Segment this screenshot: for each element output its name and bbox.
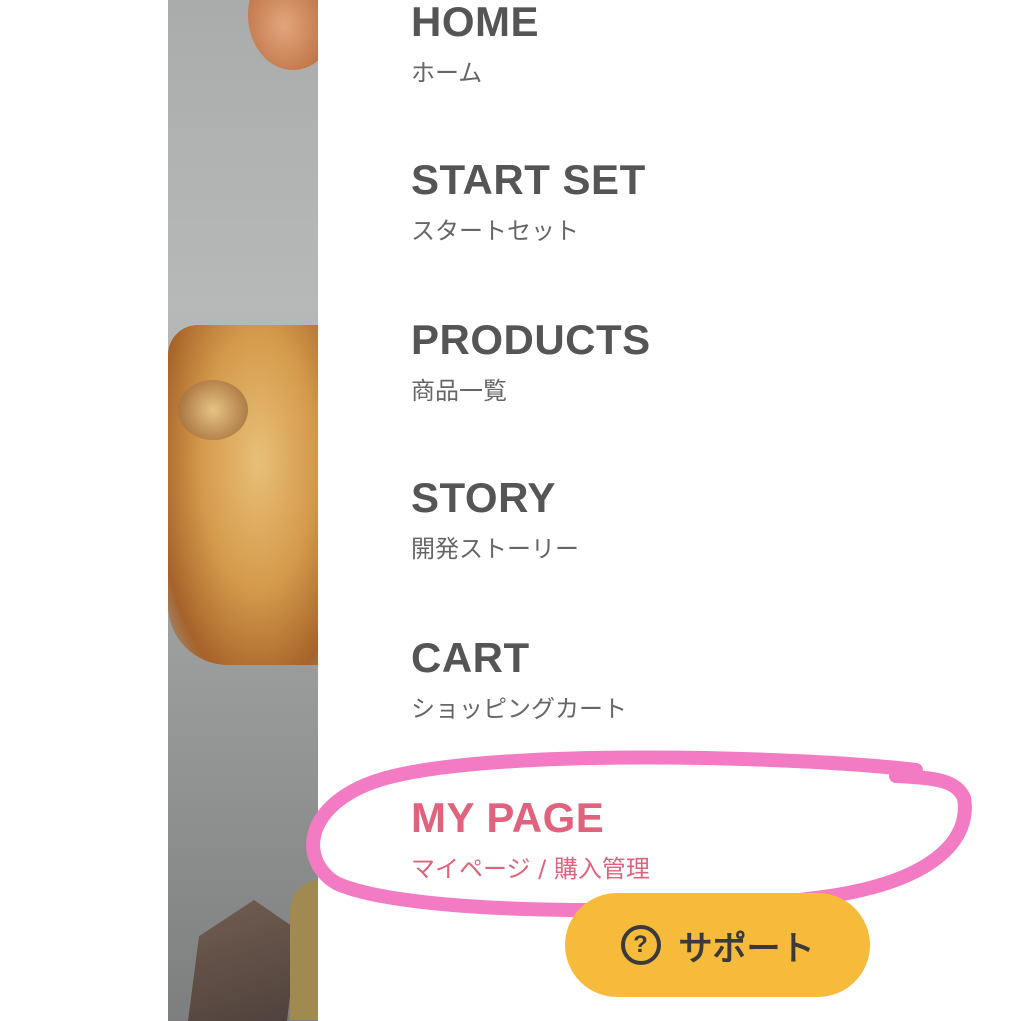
support-label: サポート — [678, 928, 815, 969]
menu-item-products[interactable]: PRODUCTS 商品一覧 — [411, 318, 931, 406]
support-button[interactable]: ? サポート — [565, 893, 870, 997]
menu-item-cart[interactable]: CART ショッピングカート — [411, 636, 931, 724]
menu-item-start-set[interactable]: START SET スタートセット — [411, 158, 931, 246]
chocolate-image — [188, 900, 298, 1021]
menu-item-subtitle: スタートセット — [411, 217, 579, 245]
menu-item-story[interactable]: STORY 開発ストーリー — [411, 476, 931, 564]
menu-item-subtitle: ショッピングカート — [411, 695, 627, 723]
menu-item-subtitle: ホーム — [411, 59, 483, 87]
pastry-image — [248, 0, 318, 70]
pastry-image — [168, 325, 318, 665]
product-badge — [290, 880, 318, 1020]
menu-item-title: PRODUCTS — [411, 316, 651, 363]
menu-item-subtitle: 商品一覧 — [411, 377, 507, 405]
menu-item-subtitle: 開発ストーリー — [411, 535, 579, 563]
menu-item-title: MY PAGE — [411, 794, 605, 841]
menu-item-home[interactable]: HOME ホーム — [411, 0, 931, 88]
menu-item-subtitle: マイページ / 購入管理 — [411, 855, 650, 883]
menu-item-title: STORY — [411, 474, 556, 521]
menu-item-title: CART — [411, 634, 530, 681]
menu-item-title: HOME — [411, 0, 539, 45]
menu-item-my-page[interactable]: MY PAGE マイページ / 購入管理 — [411, 796, 931, 884]
pastry-swirl — [178, 380, 248, 440]
menu-item-title: START SET — [411, 156, 646, 203]
background-photo — [168, 0, 318, 1021]
question-circle-icon: ? — [620, 925, 661, 965]
